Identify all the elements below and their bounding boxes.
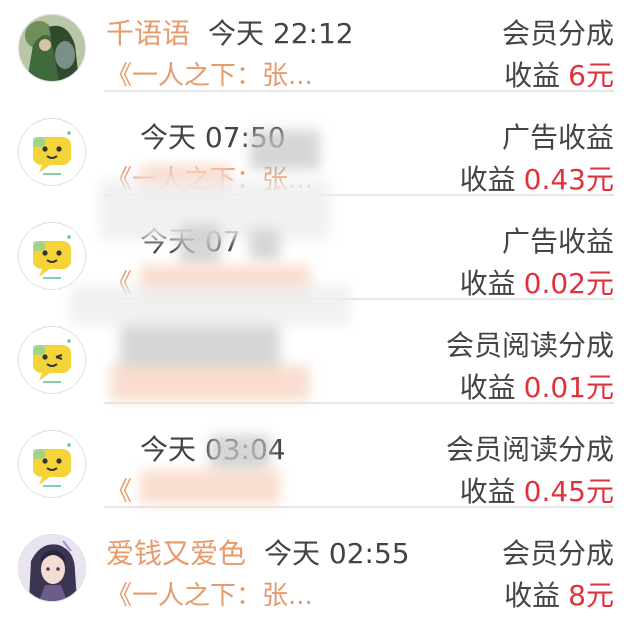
earning-amount: 6元	[568, 59, 614, 92]
timestamp: 今天 02:55	[264, 537, 410, 570]
earning-amount: 0.43元	[523, 163, 614, 196]
avatar[interactable]	[18, 430, 86, 498]
earning-amount: 0.02元	[523, 267, 614, 300]
earning-type: 广告收益	[501, 225, 614, 258]
earning-amount-line: 收益 0.01元	[460, 368, 614, 408]
chat-bubble-avatar-icon	[19, 431, 85, 497]
earning-type: 会员分成	[501, 17, 614, 50]
book-title[interactable]: 《一人之下：张...	[106, 58, 313, 94]
earning-label: 收益	[459, 371, 516, 404]
earning-amount-line: 收益 0.02元	[460, 264, 614, 304]
earning-amount: 0.45元	[523, 475, 614, 508]
earning-amount-line: 收益 0.45元	[460, 472, 614, 512]
earning-label: 收益	[459, 267, 516, 300]
earning-amount: 8元	[568, 579, 614, 612]
nickname[interactable]: 千语语	[106, 17, 190, 50]
earning-label: 收益	[459, 475, 516, 508]
avatar[interactable]	[18, 326, 86, 394]
avatar[interactable]	[18, 222, 86, 290]
avatar[interactable]	[18, 14, 86, 82]
avatar[interactable]	[18, 534, 86, 602]
earning-label: 收益	[504, 579, 561, 612]
list-item[interactable]: 今天 03:04 《 会员阅读分成 收益0.45元	[0, 416, 640, 520]
chat-bubble-avatar-icon	[19, 119, 85, 185]
book-title[interactable]: 《	[106, 474, 132, 510]
earning-label: 收益	[459, 163, 516, 196]
list-item[interactable]: 爱钱又爱色 今天 02:55 《一人之下：张... 会员分成 收益 8元	[0, 520, 640, 624]
avatar[interactable]	[18, 118, 86, 186]
timestamp: 今天 22:12	[208, 17, 354, 50]
earning-label: 收益	[504, 59, 561, 92]
row-header: 爱钱又爱色 今天 02:55	[106, 534, 410, 574]
chat-bubble-avatar-icon	[19, 327, 85, 393]
anime-avatar-portrait-icon	[19, 535, 85, 601]
earning-amount-line: 收益 0.43元	[460, 160, 614, 200]
earning-amount-line: 收益 8元	[504, 576, 614, 616]
earning-amount-line: 收益 6元	[504, 56, 614, 96]
list-item[interactable]: 千语语 今天 22:12 《一人之下：张... 会员分成 收益 6元	[0, 0, 640, 104]
earning-amount: 0.01元	[523, 371, 614, 404]
list-item[interactable]: 会员阅读分成 收益 0.01元	[0, 312, 640, 416]
nickname[interactable]: 爱钱又爱色	[106, 537, 246, 570]
earning-type: 会员阅读分成	[445, 433, 614, 466]
book-title[interactable]: 《一人之下：张...	[106, 578, 313, 614]
chat-bubble-avatar-icon	[19, 223, 85, 289]
anime-avatar-green-icon	[19, 15, 85, 81]
earning-type: 会员分成	[501, 537, 614, 570]
earning-type: 广告收益	[501, 121, 614, 154]
row-header: 千语语 今天 22:12	[106, 14, 354, 54]
earning-type: 会员阅读分成	[445, 329, 614, 362]
